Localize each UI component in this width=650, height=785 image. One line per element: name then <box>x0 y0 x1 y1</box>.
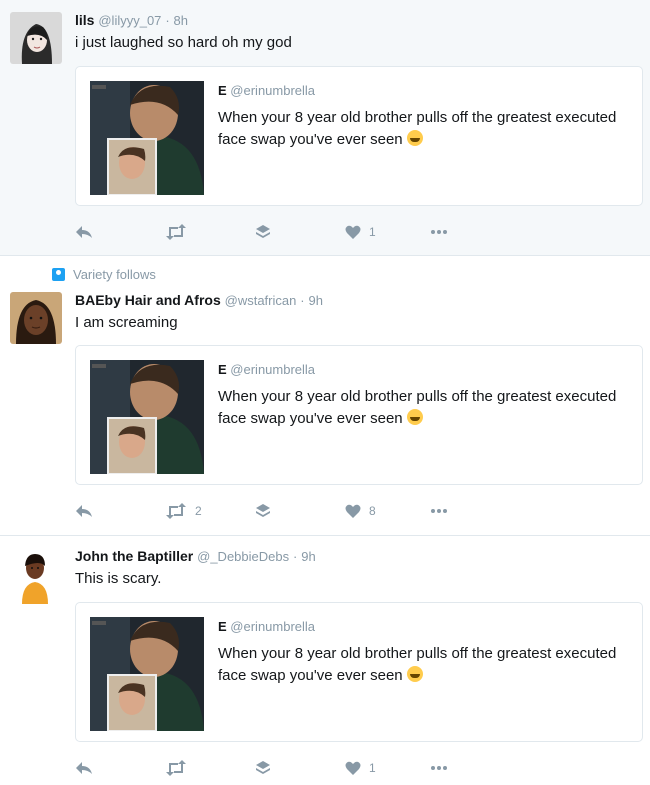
face-swap-photo-icon <box>90 617 204 731</box>
tweet-header: lils @lilyyy_07 · 8h <box>75 12 188 28</box>
author-name[interactable]: John the Baptiller <box>75 548 193 564</box>
laughing-tears-emoji-icon <box>406 409 423 425</box>
quoted-author-handle: @erinumbrella <box>230 619 316 634</box>
like-count: 1 <box>369 761 376 775</box>
laughing-tears-emoji-icon <box>406 130 423 146</box>
tweet-header: BAEby Hair and Afros @wstafrican · 9h <box>75 292 323 308</box>
quoted-author[interactable]: E @erinumbrella <box>218 362 315 377</box>
author-handle[interactable]: @lilyyy_07 <box>98 13 161 28</box>
tweet-2[interactable]: Variety follows BAEby Hair and Afros @ws… <box>0 256 650 536</box>
tweet-actions: 2 8 <box>75 501 495 521</box>
tweet-header: John the Baptiller @_DebbieDebs · 9h <box>75 548 316 564</box>
laughing-tears-emoji-icon <box>406 666 423 682</box>
person-photo-avatar-icon <box>10 292 62 344</box>
layers-icon <box>256 225 270 238</box>
timestamp[interactable]: 8h <box>174 13 188 28</box>
retweet-icon <box>166 503 186 519</box>
quoted-tweet[interactable]: E @erinumbrella When your 8 year old bro… <box>75 66 643 206</box>
like-button[interactable]: 8 <box>345 501 376 521</box>
quoted-media-thumbnail[interactable] <box>90 360 204 474</box>
retweet-button[interactable]: 2 <box>165 501 202 521</box>
separator: · <box>165 13 170 28</box>
avatar[interactable] <box>18 548 52 604</box>
quoted-author-name: E <box>218 362 227 377</box>
avatar[interactable] <box>10 292 62 344</box>
tweet-text: i just laughed so hard oh my god <box>75 34 292 51</box>
quoted-author-handle: @erinumbrella <box>230 362 316 377</box>
tweet-1[interactable]: lils @lilyyy_07 · 8h i just laughed so h… <box>0 0 650 256</box>
retweet-icon <box>166 760 186 776</box>
moments-button[interactable] <box>255 501 271 521</box>
quoted-author[interactable]: E @erinumbrella <box>218 619 315 634</box>
quoted-text: When your 8 year old brother pulls off t… <box>218 107 618 151</box>
like-count: 1 <box>369 225 376 239</box>
context-text[interactable]: Variety follows <box>73 267 156 282</box>
author-name[interactable]: BAEby Hair and Afros <box>75 292 221 308</box>
tweet-3[interactable]: John the Baptiller @_DebbieDebs · 9h Thi… <box>0 536 650 785</box>
heart-icon <box>345 504 361 518</box>
more-button[interactable] <box>430 222 448 242</box>
quoted-tweet[interactable]: E @erinumbrella When your 8 year old bro… <box>75 602 643 742</box>
retweet-button[interactable] <box>165 758 195 778</box>
quoted-author-handle: @erinumbrella <box>230 83 316 98</box>
reply-icon <box>76 505 92 517</box>
moments-button[interactable] <box>255 758 271 778</box>
moments-button[interactable] <box>255 222 271 242</box>
social-context: Variety follows <box>52 267 156 282</box>
quoted-media-thumbnail[interactable] <box>90 617 204 731</box>
quoted-tweet[interactable]: E @erinumbrella When your 8 year old bro… <box>75 345 643 485</box>
more-dots-icon <box>431 766 447 770</box>
layers-icon <box>256 761 270 774</box>
retweet-count: 2 <box>195 504 202 518</box>
author-handle[interactable]: @_DebbieDebs <box>197 549 289 564</box>
layers-icon <box>256 504 270 517</box>
follow-context-icon <box>52 268 65 281</box>
quoted-author[interactable]: E @erinumbrella <box>218 83 315 98</box>
tweet-actions: 1 <box>75 758 495 778</box>
more-dots-icon <box>431 509 447 513</box>
tweet-text: I am screaming <box>75 314 178 331</box>
more-button[interactable] <box>430 501 448 521</box>
child-photo-avatar-icon <box>18 548 52 604</box>
more-button[interactable] <box>430 758 448 778</box>
separator: · <box>300 293 305 308</box>
author-name[interactable]: lils <box>75 12 94 28</box>
heart-icon <box>345 761 361 775</box>
quoted-text: When your 8 year old brother pulls off t… <box>218 386 618 430</box>
quoted-text: When your 8 year old brother pulls off t… <box>218 643 618 687</box>
separator: · <box>293 549 298 564</box>
more-dots-icon <box>431 230 447 234</box>
timestamp[interactable]: 9h <box>308 293 322 308</box>
reply-icon <box>76 226 92 238</box>
like-button[interactable]: 1 <box>345 758 376 778</box>
tweet-actions: 1 <box>75 222 495 242</box>
retweet-button[interactable] <box>165 222 195 242</box>
quoted-media-thumbnail[interactable] <box>90 81 204 195</box>
girl-photo-avatar-icon <box>10 12 62 64</box>
reply-button[interactable] <box>75 222 93 242</box>
reply-icon <box>76 762 92 774</box>
avatar[interactable] <box>10 12 62 64</box>
face-swap-photo-icon <box>90 360 204 474</box>
face-swap-photo-icon <box>90 81 204 195</box>
reply-button[interactable] <box>75 758 93 778</box>
heart-icon <box>345 225 361 239</box>
retweet-icon <box>166 224 186 240</box>
like-count: 8 <box>369 504 376 518</box>
reply-button[interactable] <box>75 501 93 521</box>
quoted-author-name: E <box>218 619 227 634</box>
quoted-author-name: E <box>218 83 227 98</box>
tweet-text: This is scary. <box>75 570 162 587</box>
like-button[interactable]: 1 <box>345 222 376 242</box>
timestamp[interactable]: 9h <box>301 549 315 564</box>
author-handle[interactable]: @wstafrican <box>225 293 297 308</box>
